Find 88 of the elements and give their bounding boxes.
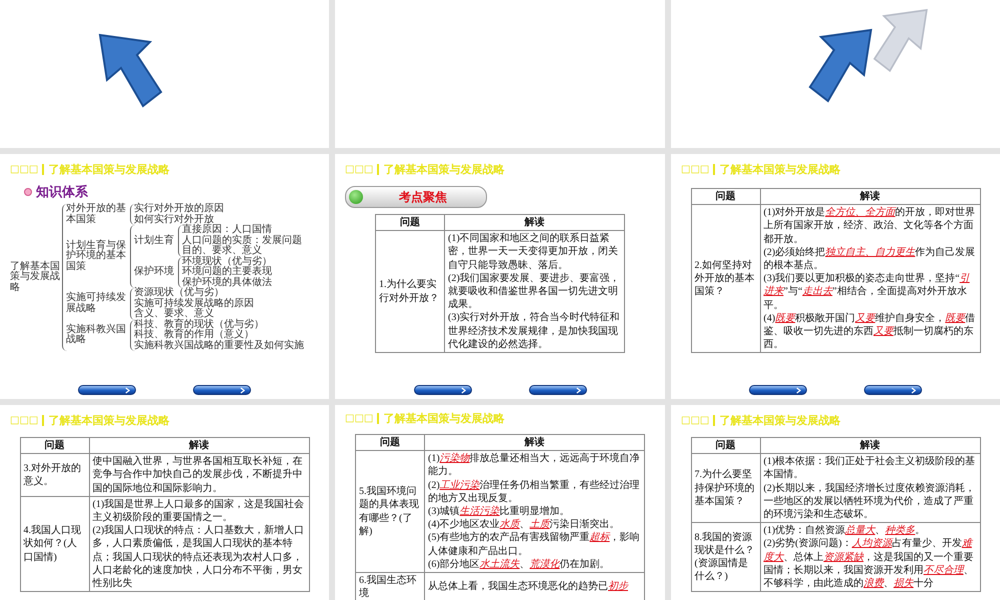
chevron-right-icon — [910, 386, 916, 394]
slide-header-marks: □□□ — [10, 414, 38, 426]
tree-label: 资源现状（优与劣） — [134, 288, 224, 298]
slide-header-marks: □□□ — [345, 413, 374, 424]
tree-label: 环境现状（优与劣） — [182, 256, 272, 266]
answer-paragraph: (4)既要积极敞开国门又要维护自身安全，既要借鉴、吸收一切先进的东西又要抵制一切腐朽的东西。 — [764, 312, 976, 352]
question-cell: 1.为什么要实行对外开放？ — [376, 230, 444, 352]
answer-paragraph: (1)优势：自然资源总量大、种类多。 — [764, 524, 926, 538]
tree-label: 对外开放的基本国策 — [66, 204, 127, 225]
column-header: 问题 — [20, 438, 89, 454]
column-header: 解读 — [424, 434, 644, 451]
question-cell: 6.我国生态环境 — [356, 572, 424, 600]
banner-title: 考点聚焦 — [399, 188, 447, 206]
column-header: 问题 — [376, 214, 444, 231]
nav-button[interactable] — [78, 385, 136, 395]
answer-paragraph: (2)工业污染治理任务仍相当繁重，有些经过治理的地方又出现反复。 — [428, 478, 641, 505]
column-header: 解读 — [89, 438, 309, 454]
tree-label: 环境问题的主要表现 — [182, 267, 272, 277]
tree-label: 含义、要求、意义 — [134, 309, 214, 319]
section-heading: 知识体系 — [36, 184, 88, 201]
answer-paragraph: 使中国融入世界，与世界各国相互取长补短，在竞争与合作中加快自己的发展步伐，不断提升中国的国际地位和国际影响力。 — [92, 455, 304, 495]
slide-header-title: 了解基本国策与发展战略 — [719, 162, 840, 176]
question-cell: 5.我国环境问题的具体表现有哪些？(了解) — [356, 450, 424, 572]
answer-paragraph: (3)我们要以更加积极的姿态走向世界，坚持“引进来”与“走出去”相结合，全面提高对外开放水平。 — [764, 272, 971, 312]
slide-header-marks: □□□ — [345, 164, 374, 174]
tree-label: 目的、要求、意义 — [182, 246, 262, 256]
tree-label: 计划生育与保护环境的基本国策 — [66, 240, 127, 272]
bullet-ball-icon — [349, 190, 363, 204]
chevron-right-icon — [240, 386, 245, 394]
tree-label: 实施科教兴国战略 — [66, 324, 127, 346]
slide-header-marks: □□□ — [10, 164, 38, 174]
slide-header-title: 了解基本国策与发展战略 — [383, 162, 504, 176]
answer-paragraph: (3)城镇生活污染比重明显增加。 — [428, 504, 571, 518]
slide-header-title: 了解基本国策与发展战略 — [48, 162, 170, 176]
nav-button[interactable] — [192, 385, 251, 395]
answer-paragraph: (2)劣势(资源问题)：人均资源占有量少、开发难度大、总体上资源紧缺，这是我国的又一个重要国情；长期以来，我国资源开发利用不尽合理、不够科学，由此造成的浪费、损失十分 — [764, 537, 974, 590]
answer-paragraph: (2)我国人口现状的特点：人口基数大，新增人口多，人口素质偏低，是我国人口现状的基本特点；我国人口现状的特点还表现为农村人口多，人口老龄化的速度加快，人口分布不平衡，男女性别比失 — [92, 524, 306, 590]
chevron-right-icon — [460, 386, 466, 394]
tree-label: 计划生育 — [134, 236, 175, 246]
slide-header-title: 了解基本国策与发展战略 — [719, 412, 840, 428]
column-header: 解读 — [760, 438, 980, 454]
chevron-right-icon — [796, 386, 802, 394]
nav-button[interactable] — [414, 385, 472, 395]
column-header: 解读 — [444, 214, 624, 231]
nav-button[interactable] — [528, 385, 586, 395]
answer-paragraph: (1)不同国家和地区之间的联系日益紧密，世界一天一天变得更加开放，闭关自守只能导致愚昧、落后。 — [448, 232, 619, 272]
answer-paragraph: (2)长期以来，我国经济增长过度依赖资源消耗，一些地区的发展以牺牲环境为代价，造成了严重的环境污染和生态破坏。 — [764, 482, 976, 522]
question-cell: 2.如何坚持对外开放的基本国策？ — [691, 204, 760, 353]
nav-button[interactable] — [864, 385, 922, 395]
slide-header-marks: □□□ — [681, 164, 710, 174]
column-header: 问题 — [691, 438, 760, 454]
tree-label: 实施可持续发展战略的原因 — [134, 298, 254, 308]
bullet-icon — [24, 188, 32, 196]
answer-paragraph: (1)污染物排放总量还相当大，远远高于环境自净能力。 — [428, 452, 641, 479]
tree-label: 科技、教育的现状（优与劣） — [134, 320, 264, 330]
answer-paragraph: 从总体上看，我国生态环境恶化的趋势已初步 — [428, 580, 630, 594]
tree-label: 科技、教育的作用（意义） — [134, 330, 254, 340]
answer-paragraph: (1)根本依据：我们正处于社会主义初级阶段的基本国情。 — [764, 455, 976, 482]
column-header: 问题 — [691, 188, 760, 205]
slide-header-title: 了解基本国策与发展战略 — [383, 411, 504, 426]
chevron-right-icon — [125, 386, 130, 394]
tree-label: 实施可持续发展战略 — [66, 293, 127, 314]
column-header: 解读 — [760, 188, 980, 205]
answer-paragraph: (3)实行对外开放，符合当今时代特征和世界经济技术发展规律，是加快我国现代化建设的必然选择。 — [448, 311, 621, 351]
column-header: 问题 — [356, 434, 424, 451]
slide-header-title: 了解基本国策与发展战略 — [48, 412, 170, 428]
answer-paragraph: (2)我们国家要发展、要进步、要富强，就要吸收和借鉴世界各国一切先进文明成果。 — [448, 272, 621, 312]
answer-paragraph: (1)我国是世界上人口最多的国家，这是我国社会主义初级阶段的重要国情之一。 — [92, 498, 306, 524]
answer-paragraph: (1)对外开放是全方位、全方面的开放，即对世界上所有国家开放，经济、政治、文化等各个方面都开放。 — [764, 206, 976, 246]
question-cell: 4.我国人口现状如何？(人口国情) — [20, 496, 89, 592]
tree-label: 直接原因：人口国情 — [182, 225, 272, 235]
tree-label: 保护环境 — [134, 267, 175, 278]
answer-paragraph: (5)有些地方的农产品有害残留物严重超标，影响人体健康和产品出口。 — [428, 531, 641, 558]
tree-label: 实施科教兴国战略的重要性及如何实施 — [134, 340, 304, 351]
nav-button[interactable] — [749, 385, 808, 395]
answer-paragraph: (4)不少地区农业水质、土质污染日渐突出。 — [428, 518, 621, 532]
question-cell: 3.对外开放的意义。 — [20, 454, 89, 496]
tree-label: 保护环境的具体做法 — [182, 278, 272, 288]
tree-label: 实行对外开放的原因 — [134, 204, 224, 214]
question-cell: 8.我国的资源现状是什么？(资源国情是什么？) — [691, 522, 760, 592]
chevron-right-icon — [576, 386, 580, 394]
question-cell: 7.为什么要坚持保护环境的基本国策？ — [691, 454, 760, 523]
slide-header-marks: □□□ — [681, 414, 710, 426]
tree-label: 人口问题的实质：发展问题 — [182, 236, 302, 246]
tree-label: 了解基本国策与发展战略 — [10, 262, 60, 294]
answer-paragraph: (2)必须始终把独立自主、自力更生作为自己发展的根本基点。 — [764, 246, 976, 272]
tree-label: 如何实行对外开放 — [134, 214, 214, 224]
answer-paragraph: (6)部分地区水土流失、荒漠化仍在加剧。 — [428, 558, 611, 571]
